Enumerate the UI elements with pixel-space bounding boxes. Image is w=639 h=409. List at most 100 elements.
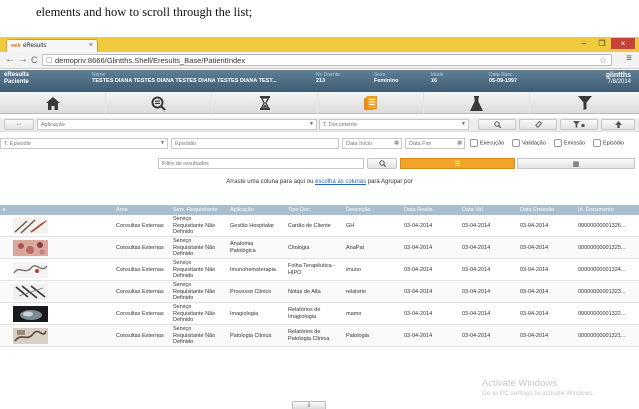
list-view-toggle[interactable]: ☰ [400,158,515,169]
checkbox[interactable] [512,139,520,147]
episodio-input[interactable]: Episódio [171,138,339,149]
eraser-icon [534,120,542,128]
col-area[interactable]: Área [116,207,128,213]
col-tipo-doc[interactable]: Tipo Doc. [288,207,311,213]
calendar-icon[interactable]: ▦ [457,140,462,146]
nav-documents[interactable] [318,92,424,114]
nav-filter[interactable] [530,92,639,114]
document-thumbnail[interactable] [13,262,48,278]
filter-row-3: Filtro de resultados ☰ ▦ [0,154,639,169]
check-validacao[interactable]: Validação [512,139,546,147]
advanced-filter-button[interactable] [560,119,598,130]
cell-data-emissao: 03-04-2014 [520,223,549,229]
cell-area: Consultas Externas [116,311,164,317]
filter-row-2: T. Episódio ▼ Episódio Data Início ▦ Dat… [0,136,639,150]
document-thumbnail[interactable] [13,218,48,234]
search-button[interactable] [478,119,516,130]
cell-data-val: 03-04-2014 [462,267,491,273]
browser-menu-icon[interactable]: ≡ [626,53,632,64]
reload-icon[interactable]: C [31,54,38,66]
group-by-hint: Arraste uma coluna para aqui ou escolha … [226,179,413,185]
calendar-icon[interactable]: ▦ [394,140,399,146]
window-close-icon[interactable]: × [611,38,635,49]
cell-aplicacao: Processo Clínico [230,289,272,295]
cell-descricao: mamo [346,311,362,317]
table-row[interactable]: Consultas Externas Serviço Requisitante Nã… [0,259,639,281]
tab-title: eResults [23,43,47,49]
forward-icon[interactable]: → [18,54,28,66]
windows-activation-watermark: Activate Windows Go to PC settings to ac… [482,378,595,397]
checkbox[interactable] [593,139,601,147]
user-info: glintths 7/8/2014 [606,72,631,85]
maximize-icon[interactable]: ❐ [593,38,611,49]
col-aplicacao[interactable]: Aplicação [230,207,254,213]
table-row[interactable]: Consultas Externas Serviço Requisitante Nã… [0,325,639,347]
cell-serv: Serviço Requisitante Não Definido [173,260,216,279]
col-serv-requisitante[interactable]: Serv. Requisitante [173,207,218,213]
cell-serv: Serviço Requisitante Não Definido [173,216,216,235]
grid-view-toggle[interactable]: ▦ [517,158,635,169]
cell-serv: Serviço Requisitante Não Definido [173,282,216,301]
table-header: ▸ Área Serv. Requisitante Aplicação Tipo… [0,205,639,215]
url-input[interactable]: ▢ demopriv:8666/Glintths.Shell/Eresults_… [42,54,612,66]
user-name: glintths [605,72,631,79]
check-execucao[interactable]: Execução [470,139,504,147]
col-data-emissao[interactable]: Data Emissão [520,207,554,213]
back-icon[interactable]: ← [5,54,15,66]
choose-columns-link[interactable]: escolha as colunas [315,179,366,185]
grid-view-icon: ▦ [572,161,580,168]
scroll-top-button[interactable] [601,119,635,130]
cell-id-documento: 00000000001324... [578,267,626,273]
data-inicio-input[interactable]: Data Início ▦ [342,138,402,149]
cell-data-realiz: 03-04-2014 [404,311,433,317]
patient-sex: Sexo Feminino [374,72,399,84]
filter-results-search-button[interactable] [367,158,397,169]
cell-tipo: Relatórios de Imagiologia [288,307,321,320]
col-data-realiz[interactable]: Data Realiz. [404,207,434,213]
cell-aplicacao: Anatomia Patológica [230,241,256,254]
document-thumbnail[interactable] [13,284,48,300]
cell-id-documento: 00000000001322... [578,311,626,317]
row-select-icon[interactable]: ▸ [3,207,6,213]
table-row[interactable]: Consultas Externas Serviço Requisitante Nã… [0,303,639,325]
browser-tab[interactable]: web eResults × [6,39,98,52]
nav-home[interactable] [0,92,106,114]
table-row[interactable]: Consultas Externas Serviço Requisitante Nã… [0,215,639,237]
cell-aplicacao: Imagiologia [230,311,259,317]
tipo-episodio-select[interactable]: T. Episódio ▼ [0,138,168,149]
col-id-documento[interactable]: Id. Documento [578,207,614,213]
check-episodio[interactable]: Episódio [593,139,624,147]
nav-lab[interactable] [424,92,530,114]
minimize-icon[interactable]: – [575,38,593,49]
data-fim-input[interactable]: Data Fim ▦ [405,138,465,149]
filter-row-1: ← Aplicação ▼ T. Documento ▼ [0,118,639,132]
cell-id-documento: 00000000001326... [578,223,626,229]
cell-data-realiz: 03-04-2014 [404,333,433,339]
col-data-val[interactable]: Data Val. [462,207,484,213]
clear-filters-button[interactable] [519,119,557,130]
search-icon [378,160,386,168]
cell-data-emissao: 03-04-2014 [520,333,549,339]
documents-icon [364,95,377,110]
nav-pending[interactable] [212,92,318,114]
back-button[interactable]: ← [4,119,34,130]
col-descricao[interactable]: Descrição [346,207,370,213]
check-emissao[interactable]: Emissão [554,139,585,147]
table-row[interactable]: Consultas Externas Serviço Requisitante Nã… [0,281,639,303]
checkbox[interactable] [554,139,562,147]
browser-window: web eResults × – ❐ × ← → C ▢ demopriv:86… [0,37,639,409]
bookmark-star-icon[interactable]: ☆ [599,55,607,66]
document-thumbnail[interactable] [13,306,48,322]
tab-close-icon[interactable]: × [89,42,93,49]
aplicacao-select[interactable]: Aplicação ▼ [37,119,317,130]
scroll-down-button[interactable]: ⇩ [292,401,326,409]
app-logo: eResults Paciente [4,72,30,85]
cell-descricao: AnaPat [346,245,365,251]
filtro-resultados-input[interactable]: Filtro de resultados [158,158,364,169]
checkbox[interactable] [470,139,478,147]
document-thumbnail[interactable] [13,328,48,344]
document-thumbnail[interactable] [13,240,48,256]
nav-search[interactable] [106,92,212,114]
tipo-documento-select[interactable]: T. Documento ▼ [319,119,469,130]
table-row[interactable]: Consultas Externas Serviço Requisitante Nã… [0,237,639,259]
